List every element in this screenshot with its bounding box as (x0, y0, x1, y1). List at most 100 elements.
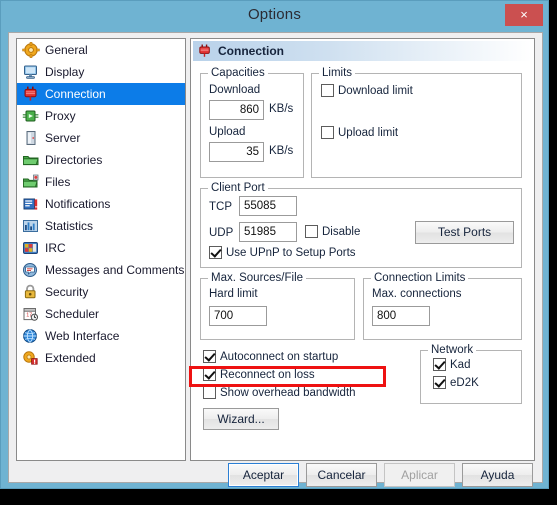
reconnect-on-loss-checkbox[interactable]: Reconnect on loss (203, 368, 315, 381)
checkbox-box (305, 225, 318, 238)
wizard-button[interactable]: Wizard... (203, 408, 279, 430)
download-label: Download (209, 84, 261, 96)
sidebar-item-web-interface[interactable]: Web Interface (17, 325, 185, 347)
sidebar-item-extended[interactable]: Extended (17, 347, 185, 369)
client-port-group: Client Port TCP UDP Disable Use UPnP to … (200, 182, 522, 268)
panel-body: Capacities Download KB/s Upload KB/s Lim… (191, 63, 534, 460)
tcp-label: TCP (209, 201, 232, 213)
download-capacity-input[interactable] (209, 100, 264, 120)
plug-icon (197, 44, 213, 58)
max-connections-label: Max. connections (372, 288, 462, 300)
show-overhead-checkbox[interactable]: Show overhead bandwidth (203, 386, 356, 399)
max-connections-input[interactable] (372, 306, 430, 326)
plug-icon (22, 86, 40, 102)
sidebar-item-messages-and-comments[interactable]: Messages and Comments (17, 259, 185, 281)
checkbox-box (433, 376, 446, 389)
sidebar-item-statistics[interactable]: Statistics (17, 215, 185, 237)
upload-unit: KB/s (269, 145, 294, 157)
download-limit-checkbox[interactable]: Download limit (321, 84, 413, 97)
sidebar-item-directories[interactable]: Directories (17, 149, 185, 171)
sidebar-item-security[interactable]: Security (17, 281, 185, 303)
ed2k-checkbox[interactable]: eD2K (433, 376, 479, 389)
use-upnp-checkbox[interactable]: Use UPnP to Setup Ports (209, 246, 356, 259)
sidebar-item-display[interactable]: Display (17, 61, 185, 83)
sidebar-item-label: Proxy (45, 109, 76, 123)
udp-port-input[interactable] (239, 222, 297, 242)
network-group: Network Kad eD2K (420, 344, 522, 404)
sidebar-item-label: Directories (45, 153, 103, 167)
cancel-button[interactable]: Cancelar (306, 463, 377, 487)
calendar-icon: 17 (22, 306, 40, 322)
reconnect-on-loss-label: Reconnect on loss (220, 368, 315, 381)
disable-udp-checkbox[interactable]: Disable (305, 225, 360, 238)
sidebar-item-proxy[interactable]: Proxy (17, 105, 185, 127)
monitor-icon (22, 64, 40, 80)
sidebar-item-label: Statistics (45, 219, 94, 233)
sidebar-item-label: Connection (45, 87, 106, 101)
statistics-icon (22, 218, 40, 234)
sidebar-item-label: Extended (45, 351, 96, 365)
sidebar-item-notifications[interactable]: Notifications (17, 193, 185, 215)
network-group-title: Network (428, 344, 477, 356)
upload-limit-checkbox[interactable]: Upload limit (321, 126, 398, 139)
connection-limits-group-title: Connection Limits (371, 272, 469, 284)
connection-limits-group: Connection Limits Max. connections (363, 272, 522, 340)
sidebar-item-scheduler[interactable]: 17 Scheduler (17, 303, 185, 325)
close-icon[interactable]: × (505, 4, 543, 26)
kad-label: Kad (450, 358, 471, 371)
help-button[interactable]: Ayuda (462, 463, 533, 487)
hard-limit-label: Hard limit (209, 288, 258, 300)
use-upnp-label: Use UPnP to Setup Ports (226, 246, 356, 259)
sidebar-item-label: Display (45, 65, 85, 79)
test-ports-button[interactable]: Test Ports (415, 221, 514, 244)
sidebar-item-label: IRC (45, 241, 66, 255)
ed2k-label: eD2K (450, 376, 479, 389)
sidebar-item-files[interactable]: Files (17, 171, 185, 193)
disable-label: Disable (322, 225, 361, 238)
sidebar-item-label: Web Interface (45, 329, 120, 343)
sidebar-item-label: Files (45, 175, 71, 189)
client-port-group-title: Client Port (208, 182, 268, 194)
extended-icon (22, 350, 40, 366)
ok-button[interactable]: Aceptar (228, 463, 299, 487)
globe-icon (22, 328, 40, 344)
capacities-group: Capacities Download KB/s Upload KB/s (200, 67, 304, 178)
sidebar-item-label: Notifications (45, 197, 111, 211)
sidebar-item-irc[interactable]: IRC (17, 237, 185, 259)
sidebar-item-general[interactable]: General (17, 39, 185, 61)
apply-button: Aplicar (384, 463, 455, 487)
autoconnect-checkbox[interactable]: Autoconnect on startup (203, 350, 338, 363)
options-window: Options × General Display Connection Pro… (0, 0, 549, 489)
window-title: Options (247, 6, 302, 23)
checkbox-box (209, 246, 222, 259)
download-unit: KB/s (269, 103, 294, 115)
sidebar-item-server[interactable]: Server (17, 127, 185, 149)
irc-icon (22, 240, 40, 256)
server-icon (22, 130, 40, 146)
max-sources-group: Max. Sources/File Hard limit (200, 272, 355, 340)
sidebar-item-label: Security (45, 285, 89, 299)
category-sidebar[interactable]: General Display Connection Proxy Server … (16, 38, 186, 461)
autoconnect-label: Autoconnect on startup (220, 350, 339, 363)
upload-limit-label: Upload limit (338, 126, 399, 139)
files-icon (22, 174, 40, 190)
upload-label: Upload (209, 126, 246, 138)
upload-capacity-input[interactable] (209, 142, 264, 162)
download-limit-label: Download limit (338, 84, 413, 97)
checkbox-box (433, 358, 446, 371)
kad-checkbox[interactable]: Kad (433, 358, 470, 371)
checkbox-box (321, 84, 334, 97)
messages-icon (22, 262, 40, 278)
checkbox-box (203, 350, 216, 363)
checkbox-box (203, 368, 216, 381)
udp-label: UDP (209, 227, 234, 239)
sidebar-item-label: Messages and Comments (45, 263, 185, 277)
gear-icon (22, 42, 40, 58)
sidebar-item-label: General (45, 43, 88, 57)
hard-limit-input[interactable] (209, 306, 267, 326)
sidebar-item-label: Scheduler (45, 307, 100, 321)
tcp-port-input[interactable] (239, 196, 297, 216)
panel-title: Connection (218, 44, 284, 58)
checkbox-box (321, 126, 334, 139)
sidebar-item-connection[interactable]: Connection (17, 83, 185, 105)
